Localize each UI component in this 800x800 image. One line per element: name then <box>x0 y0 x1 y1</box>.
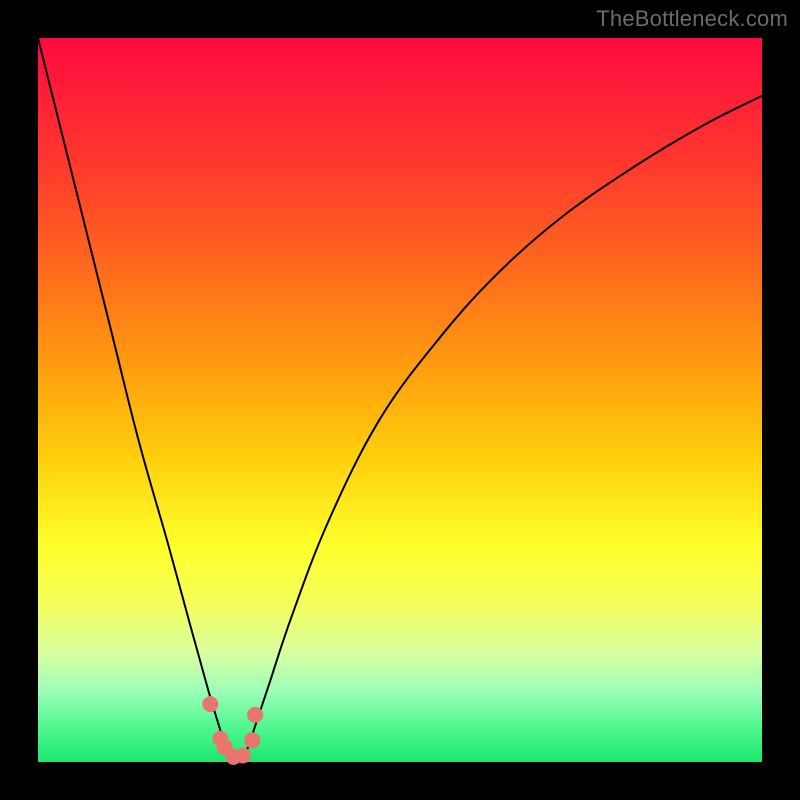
curve-layer <box>38 38 762 762</box>
chart-frame: TheBottleneck.com <box>0 0 800 800</box>
data-marker <box>202 696 218 712</box>
data-marker <box>247 707 263 723</box>
plot-area <box>38 38 762 762</box>
data-marker <box>235 748 251 764</box>
bottleneck-curve <box>38 38 762 760</box>
data-marker <box>244 732 260 748</box>
watermark-text: TheBottleneck.com <box>596 6 788 32</box>
bottleneck-curve-path <box>38 38 762 760</box>
